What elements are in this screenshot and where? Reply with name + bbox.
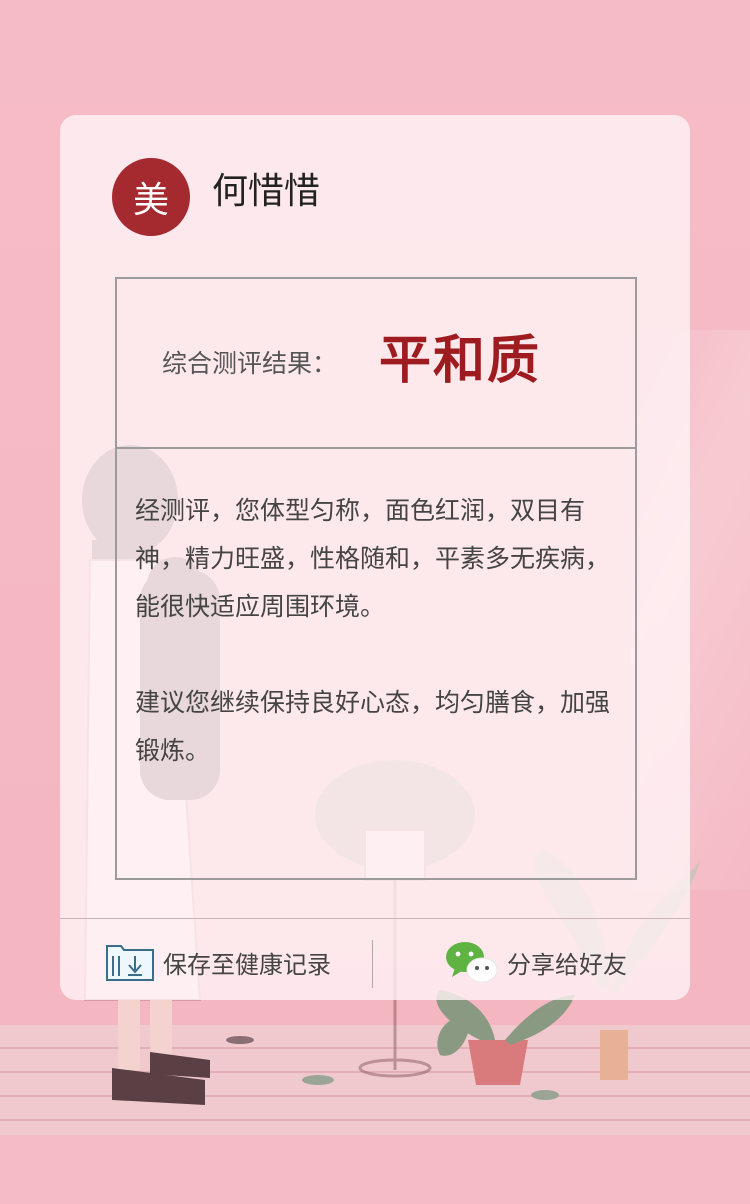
card-divider bbox=[60, 918, 690, 919]
result-box: 综合测评结果： 平和质 经测评，您体型匀称，面色红润，双目有神，精力旺盛，性格随… bbox=[115, 277, 637, 880]
save-button-label: 保存至健康记录 bbox=[163, 950, 331, 979]
result-label: 综合测评结果： bbox=[162, 349, 338, 378]
save-to-health-record-button[interactable]: 保存至健康记录 bbox=[105, 935, 331, 989]
action-separator bbox=[372, 940, 373, 988]
save-record-icon bbox=[106, 945, 154, 981]
share-to-friends-button[interactable]: 分享给好友 bbox=[445, 935, 627, 989]
user-name: 何惜惜 bbox=[212, 171, 321, 212]
result-card: 美 何惜惜 综合测评结果： 平和质 经测评，您体型匀称，面色红润，双目有神，精力… bbox=[60, 115, 690, 1000]
constitution-result: 平和质 bbox=[379, 331, 542, 391]
result-advice: 建议您继续保持良好心态，均匀膳食，加强锻炼。 bbox=[135, 688, 611, 765]
result-description: 经测评，您体型匀称，面色红润，双目有神，精力旺盛，性格随和，平素多无疾病，能很快… bbox=[135, 496, 611, 621]
share-button-label: 分享给好友 bbox=[507, 950, 627, 979]
avatar: 美 bbox=[112, 158, 190, 236]
result-divider bbox=[117, 447, 635, 449]
wechat-icon bbox=[446, 942, 498, 983]
